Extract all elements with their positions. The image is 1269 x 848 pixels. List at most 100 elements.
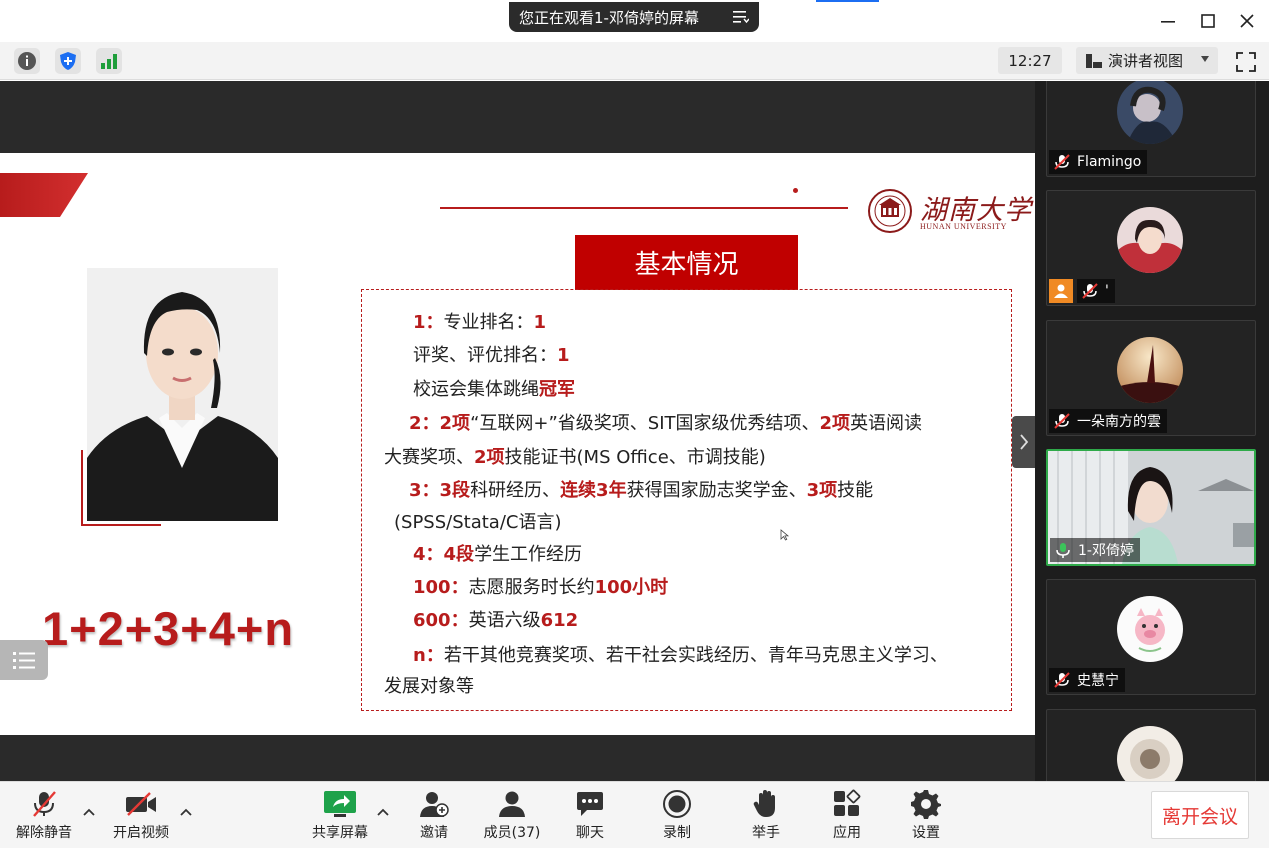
apps-label: 应用 bbox=[833, 825, 861, 841]
settings-label: 设置 bbox=[912, 825, 940, 841]
sharing-notice-text: 您正在观看1-邓倚婷的屏幕 bbox=[519, 8, 699, 27]
muted-mic-icon bbox=[1054, 413, 1070, 429]
slide-list-button[interactable] bbox=[0, 640, 48, 680]
members-button[interactable]: 成员(37) bbox=[477, 788, 547, 844]
summary-line: 100：志愿服务时长约100小时 bbox=[413, 577, 669, 598]
slide-top-dot bbox=[793, 188, 798, 193]
unmute-button[interactable]: 解除静音 bbox=[9, 788, 79, 844]
record-button[interactable]: 录制 bbox=[642, 788, 712, 844]
participant-tile[interactable]: Flamingo bbox=[1046, 81, 1256, 177]
participant-nametag: ' bbox=[1049, 279, 1121, 303]
presentation-slide: 湖南大学 HUNAN UNIVERSITY 1+2+3+4+n 基本情况 1：专… bbox=[0, 153, 1035, 735]
summary-line: 4：4段学生工作经历 bbox=[413, 544, 583, 565]
portrait-photo bbox=[87, 268, 278, 521]
participant-avatar bbox=[1117, 726, 1183, 781]
meeting-info-button[interactable] bbox=[14, 48, 40, 74]
muted-mic-icon bbox=[1082, 283, 1098, 299]
minimize-button[interactable] bbox=[1155, 8, 1181, 34]
fullscreen-icon[interactable] bbox=[1234, 50, 1258, 74]
participant-tile[interactable]: 一朵南方的雲 bbox=[1046, 320, 1256, 436]
collapse-sidebar-handle[interactable] bbox=[1012, 416, 1036, 468]
record-label: 录制 bbox=[663, 825, 691, 841]
participant-tile[interactable] bbox=[1046, 709, 1256, 781]
participant-name: 史慧宁 bbox=[1077, 673, 1119, 689]
hand-icon bbox=[753, 790, 775, 817]
participant-name: 一朵南方的雲 bbox=[1077, 414, 1161, 430]
unmute-label: 解除静音 bbox=[16, 825, 72, 841]
summary-line: 600：英语六级612 bbox=[413, 610, 579, 631]
summary-line: 评奖、评优排名：1 bbox=[413, 345, 570, 366]
start-video-button[interactable]: 开启视频 bbox=[106, 788, 176, 844]
participant-avatar bbox=[1117, 81, 1183, 144]
video-off-icon bbox=[126, 792, 156, 816]
raise-hand-label: 举手 bbox=[752, 825, 780, 841]
apps-grid-icon bbox=[834, 789, 861, 816]
invite-label: 邀请 bbox=[420, 825, 448, 841]
participant-nametag: 史慧宁 bbox=[1049, 668, 1125, 692]
chat-label: 聊天 bbox=[576, 825, 604, 841]
record-icon bbox=[663, 790, 691, 818]
user-icon bbox=[1049, 279, 1073, 303]
shield-icon bbox=[60, 52, 76, 70]
title-accent bbox=[816, 0, 879, 2]
summary-line: 2：2项“互联网+”省级奖项、SIT国家级优秀结项、2项英语阅读 bbox=[409, 413, 923, 434]
slide-top-line bbox=[440, 207, 848, 209]
mouse-cursor-icon bbox=[780, 529, 790, 541]
sharing-notice-pill[interactable]: 您正在观看1-邓倚婷的屏幕 bbox=[509, 2, 759, 32]
minimize-icon bbox=[1161, 21, 1175, 23]
muted-mic-icon bbox=[1054, 672, 1070, 688]
network-status-button[interactable] bbox=[96, 48, 122, 74]
participant-avatar bbox=[1117, 596, 1183, 662]
raise-hand-button[interactable]: 举手 bbox=[731, 788, 801, 844]
title-bar: 您正在观看1-邓倚婷的屏幕 bbox=[0, 0, 1269, 42]
meeting-window: 您正在观看1-邓倚婷的屏幕 12:27 演讲者视图 湖南大学 HUNAN UNI… bbox=[0, 0, 1269, 848]
summary-line: 3：3段科研经历、连续3年获得国家励志奖学金、3项技能 bbox=[409, 480, 874, 501]
settings-button[interactable]: 设置 bbox=[891, 788, 961, 844]
view-mode-dropdown[interactable]: 演讲者视图 bbox=[1076, 47, 1218, 74]
shared-screen: 湖南大学 HUNAN UNIVERSITY 1+2+3+4+n 基本情况 1：专… bbox=[0, 81, 1035, 781]
participant-tile[interactable]: ' bbox=[1046, 190, 1256, 306]
add-user-icon bbox=[420, 792, 449, 817]
participant-tile[interactable]: 史慧宁 bbox=[1046, 579, 1256, 695]
members-label: 成员(37) bbox=[483, 825, 541, 841]
chevron-right-icon bbox=[1020, 434, 1029, 450]
gear-icon bbox=[911, 790, 941, 819]
chevron-up-icon[interactable] bbox=[179, 806, 193, 820]
list-icon bbox=[13, 652, 35, 669]
formula-heading: 1+2+3+4+n bbox=[42, 602, 295, 655]
active-mic-icon bbox=[1056, 543, 1070, 558]
meeting-controls: 解除静音 开启视频 共享屏幕 邀请 成员(37) 聊天 录制 举手 应用 设置 … bbox=[0, 781, 1269, 848]
photo-frame-line bbox=[81, 524, 161, 526]
slide-red-tab bbox=[0, 173, 88, 217]
chevron-up-icon[interactable] bbox=[376, 806, 390, 820]
close-icon bbox=[1240, 14, 1254, 28]
participant-name: ' bbox=[1105, 283, 1109, 299]
chevron-up-icon[interactable] bbox=[82, 806, 96, 820]
participant-tile-active-speaker[interactable]: 1-邓倚婷 bbox=[1046, 449, 1256, 566]
slide-title: 基本情况 bbox=[575, 235, 798, 290]
participant-nametag: Flamingo bbox=[1049, 150, 1148, 174]
video-label: 开启视频 bbox=[113, 825, 169, 841]
close-button[interactable] bbox=[1234, 8, 1260, 34]
summary-line: 发展对象等 bbox=[384, 676, 474, 697]
participant-nametag: 1-邓倚婷 bbox=[1050, 538, 1140, 562]
participant-sidebar: Flamingo ' 一朵南方的雲 1-邓倚婷 史慧宁 bbox=[1035, 81, 1269, 781]
participant-nametag: 一朵南方的雲 bbox=[1049, 409, 1167, 433]
participant-avatar bbox=[1117, 207, 1183, 273]
security-button[interactable] bbox=[55, 48, 81, 74]
apps-button[interactable]: 应用 bbox=[812, 788, 882, 844]
dropdown-arrow-icon bbox=[1201, 56, 1209, 62]
meeting-toolbar: 12:27 演讲者视图 bbox=[0, 42, 1269, 80]
menu-lines-icon[interactable] bbox=[733, 8, 749, 26]
chat-button[interactable]: 聊天 bbox=[555, 788, 625, 844]
share-screen-button[interactable]: 共享屏幕 bbox=[305, 788, 375, 844]
view-mode-label: 演讲者视图 bbox=[1108, 52, 1184, 70]
invite-button[interactable]: 邀请 bbox=[399, 788, 469, 844]
university-seal-logo bbox=[868, 189, 912, 233]
leave-meeting-button[interactable]: 离开会议 bbox=[1151, 791, 1249, 839]
summary-line: (SPSS/Stata/C语言) bbox=[394, 512, 562, 533]
maximize-icon bbox=[1201, 14, 1215, 28]
summary-line: 校运会集体跳绳冠军 bbox=[413, 379, 575, 400]
layout-icon bbox=[1086, 53, 1102, 68]
maximize-button[interactable] bbox=[1195, 8, 1221, 34]
